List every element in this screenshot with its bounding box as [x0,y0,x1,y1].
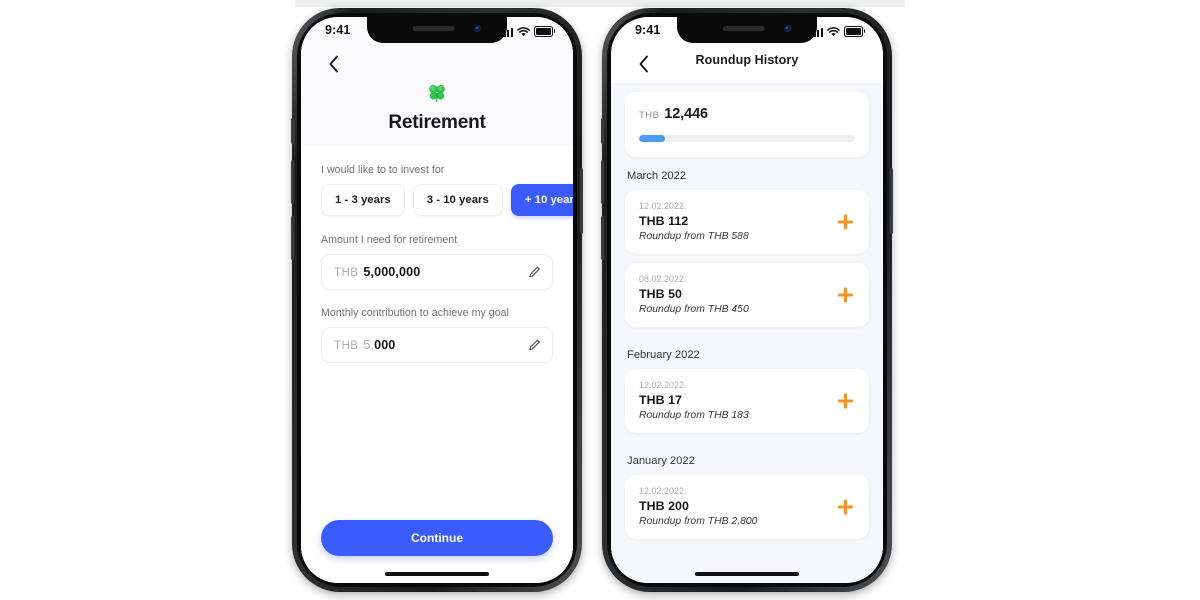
transaction-amount: THB 112 [639,214,689,228]
monthly-currency: THB [334,338,359,352]
home-indicator[interactable] [385,572,489,576]
front-camera-icon [474,25,481,32]
transaction-source: Roundup from THB 450 [639,304,749,315]
notch [367,17,507,43]
table-row[interactable]: 12.02.2022. THB 17 Roundup from THB 183 [625,369,869,433]
page-title: Retirement [388,112,486,133]
horizon-label: I would like to to invest for [321,164,445,176]
plus-icon[interactable] [838,499,853,515]
horizon-option-3-10-years[interactable]: 3 - 10 years [412,184,503,216]
plus-icon[interactable] [838,287,853,303]
transaction-amount: THB 50 [639,287,682,301]
amount-value: 5,000,000 [363,265,421,279]
transaction-date: 12.02.2022. [639,380,687,390]
battery-icon [534,26,556,37]
section-header-january: January 2022 [627,455,695,467]
goal-progress-bar[interactable] [639,135,855,142]
transaction-source: Roundup from THB 2,800 [639,516,758,527]
table-row[interactable]: 08.02.2022. THB 50 Roundup from THB 450 [625,263,869,327]
table-row[interactable]: 12.02.2022. THB 112 Roundup from THB 588 [625,190,869,254]
monthly-value-prefix: 5, [363,338,375,352]
notch [677,17,817,43]
transaction-amount: THB 200 [639,499,689,513]
power-button[interactable] [580,168,583,234]
transaction-date: 08.02.2022. [639,274,687,284]
section-header-march: March 2022 [627,170,687,182]
mute-switch[interactable] [291,118,294,144]
status-icons [809,25,866,37]
battery-icon [844,26,866,37]
continue-button[interactable]: Continue [321,520,553,556]
monthly-contribution-label: Monthly contribution to achieve my goal [321,307,510,319]
volume-up-button[interactable] [291,160,294,204]
app-logo [301,81,573,107]
transaction-date: 12.02.2022. [639,201,687,211]
balance-value: 12,446 [664,106,708,122]
right-nav-bar: Roundup History [611,49,883,83]
roundup-history-list[interactable]: THB 12,446 March 2022 12.02.2022. THB 11… [611,83,883,583]
retirement-amount-input[interactable]: THB 5,000,000 [321,254,553,290]
transaction-source: Roundup from THB 588 [639,231,749,242]
plus-icon[interactable] [838,214,853,230]
wifi-icon [517,27,530,37]
balance-currency: THB [639,109,660,120]
transaction-source: Roundup from THB 183 [639,410,749,421]
monthly-value-suffix: 000 [374,338,396,352]
monthly-contribution-input[interactable]: THB 5,000 [321,327,553,363]
transaction-amount: THB 17 [639,393,682,407]
back-button[interactable] [321,51,347,77]
edit-amount-button[interactable] [528,266,541,279]
power-button[interactable] [890,168,893,234]
phone-right-roundup-history: 9:41 Roundup History THB 12,446 March 20… [601,8,893,592]
table-row[interactable]: 12.02.2022. THB 200 Roundup from THB 2,8… [625,475,869,539]
transaction-date: 12.02.2022. [639,486,687,496]
home-indicator[interactable] [695,572,799,576]
status-time: 9:41 [325,23,351,37]
earpiece-speaker-icon [412,26,455,31]
chevron-left-icon [329,55,338,73]
horizon-option-1-3-years[interactable]: 1 - 3 years [321,184,405,216]
status-time: 9:41 [635,23,661,37]
section-header-february: February 2022 [627,349,700,361]
screen-roundup-history: 9:41 Roundup History THB 12,446 March 20… [611,17,883,583]
horizon-option-10-plus-years[interactable]: + 10 years [510,184,573,216]
monthly-value: 5,000 [363,338,395,352]
wifi-icon [827,27,840,37]
nav-title: Roundup History [695,53,799,67]
retirement-amount-label: Amount I need for retirement [321,234,458,246]
volume-up-button[interactable] [601,160,604,204]
edit-monthly-button[interactable] [528,339,541,352]
pencil-icon [529,266,540,278]
status-icons [499,25,556,37]
phone-left-retirement: 9:41 Retirement I would like to to inves… [291,8,583,592]
goal-progress-fill [639,135,665,142]
volume-down-button[interactable] [601,216,604,260]
pencil-icon [529,339,540,351]
balance-row: THB 12,446 [639,106,855,122]
left-form-body: I would like to to invest for 1 - 3 year… [301,146,573,583]
balance-card: THB 12,446 [625,92,869,157]
amount-currency: THB [334,265,359,279]
clover-logo-icon [429,84,445,102]
earpiece-speaker-icon [722,26,765,31]
plus-icon[interactable] [838,393,853,409]
left-nav-bar [301,49,573,83]
volume-down-button[interactable] [291,216,294,260]
front-camera-icon [784,25,791,32]
screen-retirement: 9:41 Retirement I would like to to inves… [301,17,573,583]
horizon-option-group: 1 - 3 years 3 - 10 years + 10 years [321,184,573,216]
mute-switch[interactable] [601,118,604,144]
top-grey-band [295,0,905,7]
